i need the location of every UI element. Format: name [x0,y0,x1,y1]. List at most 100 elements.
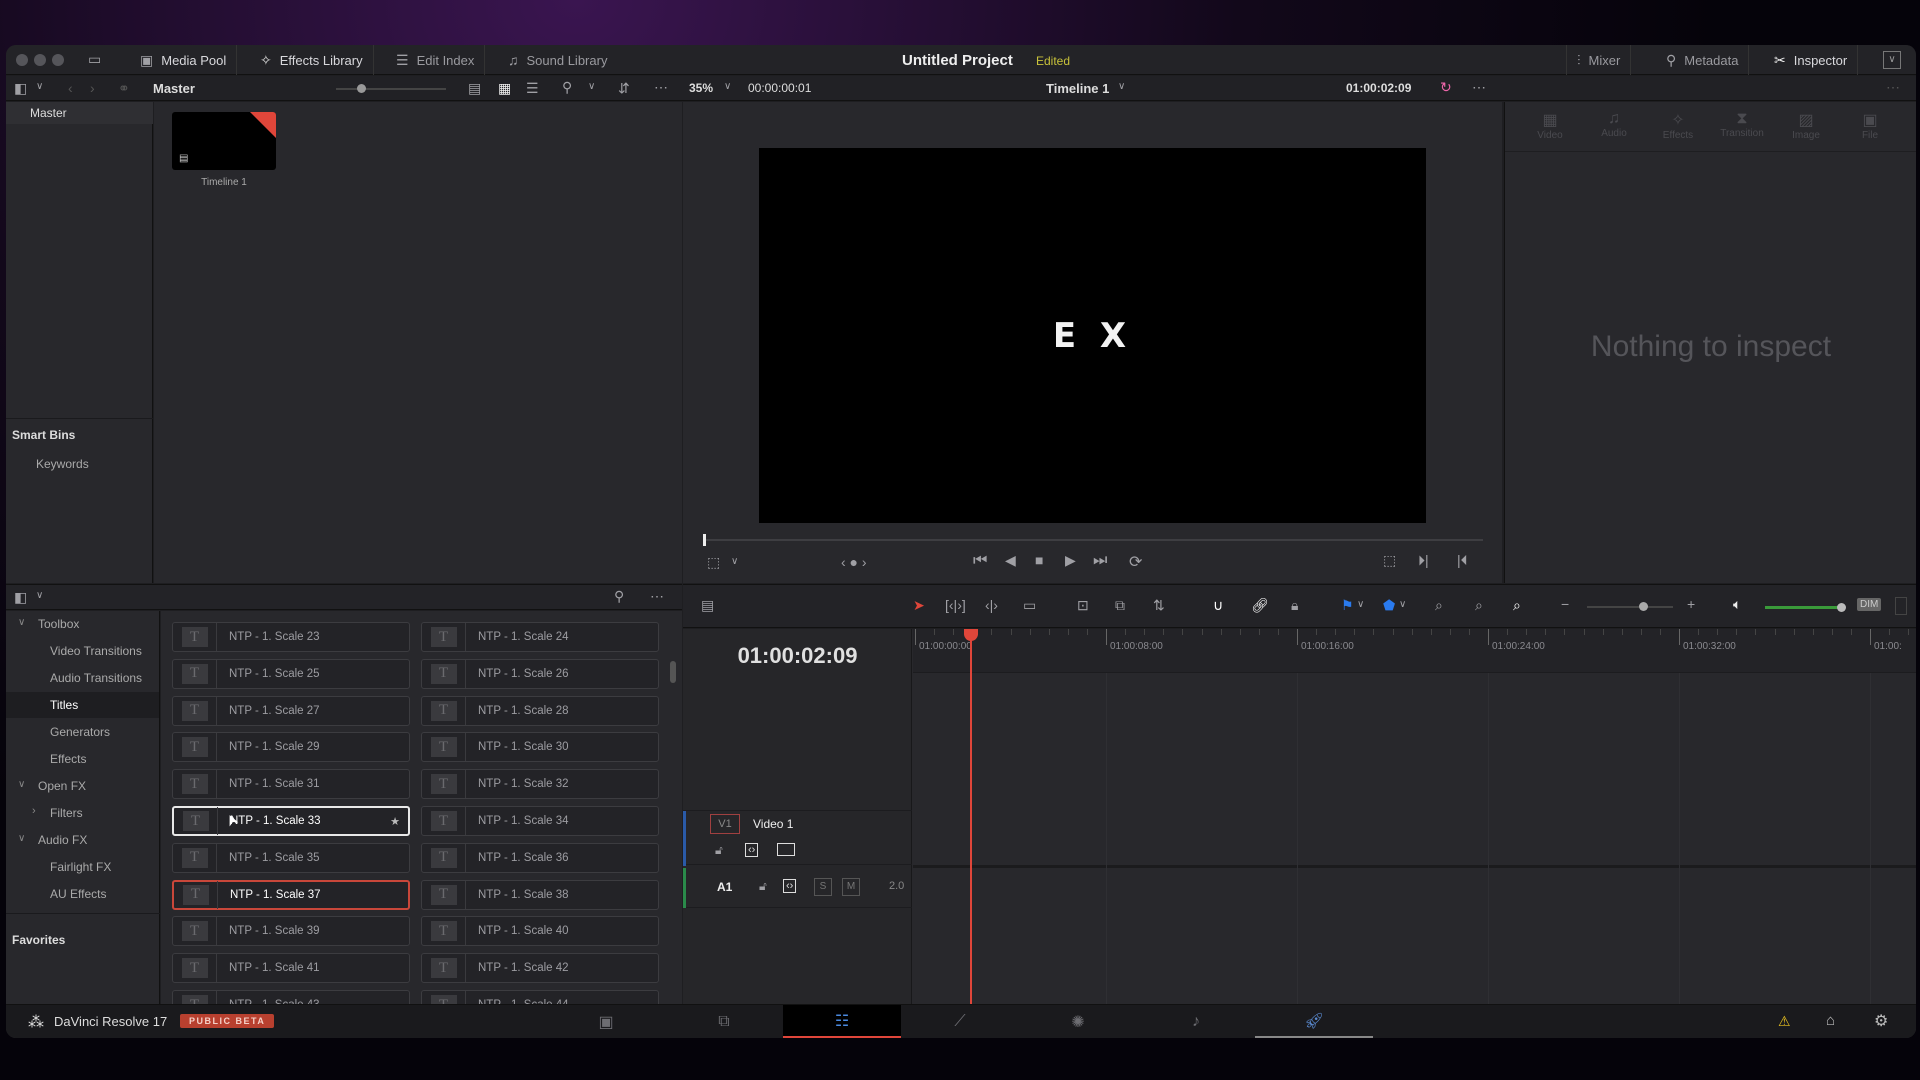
solo-button[interactable]: S [814,878,832,896]
effects-tree-item-effects[interactable]: Effects [6,746,159,772]
effects-tree-item-audio-fx[interactable]: ∨ Audio FX [6,827,159,853]
selection-tool-icon[interactable]: ➤ [913,597,925,614]
playhead[interactable] [964,629,978,1038]
page-media-button[interactable]: ▣ [547,1005,665,1038]
zoom-detail-icon[interactable]: ⌕ [1475,597,1483,614]
inspector-tab-file[interactable]: ▣ File [1847,110,1893,141]
play-reverse-icon[interactable]: ◀ [1005,552,1016,569]
home-icon[interactable]: ⌂ [1826,1012,1835,1029]
stop-icon[interactable]: ■ [1035,552,1043,568]
timeline-zoom-slider[interactable] [1587,602,1673,611]
title-effect-item[interactable]: T NTP - 1. Scale 25 [172,658,410,689]
title-effect-item[interactable]: T NTP - 1. Scale 32 [421,769,659,800]
timeline-ruler[interactable]: 01:00:00:00 01:00:08:00 01:00:16:00 01:00:2… [913,629,1916,673]
minimize-window-button[interactable] [34,54,46,66]
linked-selection-icon[interactable]: 🔗︎ [1251,597,1269,614]
mark-out-icon[interactable]: |⏴ [1457,552,1468,569]
auto-select-icon[interactable]: ‹› [745,843,759,857]
zoom-custom-icon[interactable]: ⌕ [1513,597,1521,614]
more-options-icon[interactable]: ⋯ [1472,79,1486,96]
list-view-icon[interactable]: ☰ [526,80,539,97]
marker-icon[interactable]: ⬟ [1383,597,1395,614]
zoom-slider-handle[interactable] [1638,602,1648,611]
video-track-name[interactable]: Video 1 [753,817,793,831]
warning-icon[interactable]: ⚠ [1778,1013,1791,1030]
panel-toggle-icon[interactable]: ◧ [14,589,27,606]
close-window-button[interactable] [16,54,28,66]
film-strip-icon[interactable] [777,843,795,856]
blade-tool-icon[interactable]: ▭ [1023,597,1036,614]
viewer-scrubber[interactable] [703,534,1483,546]
title-effect-item[interactable]: T NTP - 1. Scale 30 [421,732,659,763]
zoom-out-icon[interactable]: − [1561,596,1569,612]
chevron-down-icon[interactable]: ∨ [588,81,595,92]
media-pool-button[interactable]: ▣ Media Pool [130,45,238,75]
title-effect-item[interactable]: T NTP - 1. Scale 27 [172,695,410,726]
lock-icon[interactable]: 🔓︎ [715,843,723,858]
timeline-clip-thumbnail[interactable]: ▤ [172,112,276,170]
chevron-down-icon[interactable]: ∨ [724,81,731,92]
overwrite-clip-icon[interactable]: ⧉ [1115,597,1125,614]
speaker-icon[interactable]: 🔈︎ [1733,596,1741,613]
volume-handle[interactable] [1837,603,1846,612]
meter-toggle[interactable] [1895,597,1907,615]
bin-master[interactable]: Master [6,102,153,124]
forward-icon[interactable]: › [90,80,95,96]
effects-tree-item-toolbox[interactable]: ∨ Toolbox [6,611,159,637]
more-options-icon[interactable]: ⋯ [654,79,668,96]
go-to-start-icon[interactable]: ⏮ [973,552,987,570]
dynamic-trim-icon[interactable]: ‹|› [985,597,998,613]
effects-scrollbar[interactable] [670,661,676,683]
metadata-view-icon[interactable]: ▤ [468,80,481,97]
effects-tree-item-au-effects[interactable]: AU Effects [6,881,159,907]
play-icon[interactable]: ▶ [1065,552,1076,569]
inspector-tab-video[interactable]: ▦ Video [1527,110,1573,141]
chevron-down-icon[interactable]: ∨ [731,556,738,567]
chevron-down-icon[interactable]: ∨ [1118,81,1125,92]
metadata-button[interactable]: ⚲ Metadata [1656,45,1750,75]
settings-gear-icon[interactable]: ⚙ [1874,1011,1888,1031]
zoom-full-icon[interactable]: ⌕ [1435,597,1443,614]
timeline-selector[interactable]: Timeline 1 [1046,81,1109,96]
title-effect-item[interactable]: T NTP - 1. Scale 42 [421,953,659,984]
effects-tree-item-video-transitions[interactable]: Video Transitions [6,638,159,664]
zoom-in-icon[interactable]: + [1687,596,1695,612]
search-icon[interactable]: ⚲ [562,79,572,96]
transform-icon[interactable]: ⬚ [707,554,720,571]
replace-clip-icon[interactable]: ⇅ [1153,597,1165,614]
flag-icon[interactable]: ⚑ [1341,597,1354,614]
effects-tree-item-titles[interactable]: Titles [6,692,159,718]
auto-select-icon[interactable]: ‹› [783,879,797,893]
effects-tree-item-filters[interactable]: › Filters [6,800,159,826]
timeline-view-options-icon[interactable]: ▤ [701,597,714,614]
title-effect-item[interactable]: T NTP - 1. Scale 38 [421,879,659,910]
title-effect-item[interactable]: T NTP - 1. Scale 34 [421,806,659,836]
title-effect-item[interactable]: T NTP - 1. Scale 28 [421,695,659,726]
panel-toggle-icon[interactable]: ◧ [14,80,27,97]
title-effect-item[interactable]: T NTP - 1. Scale 31 [172,769,410,800]
effects-library-button[interactable]: ✧ Effects Library [250,45,374,75]
page-cut-button[interactable]: ⧉ [665,1005,783,1038]
effects-tree-item-fairlight-fx[interactable]: Fairlight FX [6,854,159,880]
v1-track-id[interactable]: V1 [710,814,740,834]
insert-clip-icon[interactable]: ⊡ [1077,597,1089,614]
loop-icon[interactable]: ⟳ [1129,552,1142,572]
title-effect-item[interactable]: T NTP - 1. Scale 40 [421,916,659,947]
page-fusion-button[interactable]: ⟋ [901,1005,1019,1038]
video-track-header-v1[interactable]: V1 Video 1 🔓︎ ‹› [683,810,912,866]
title-effect-item[interactable]: T NTP - 1. Scale 26 [421,658,659,689]
inspector-tab-audio[interactable]: ♫ Audio [1591,110,1637,139]
title-effect-item[interactable]: T NTP - 1. Scale 36 [421,842,659,873]
title-effect-item[interactable]: T NTP - 1. Scale 37 [172,879,410,910]
match-frame-icon[interactable]: ⬚ [1383,552,1396,569]
title-effect-item[interactable]: T NTP - 1. Scale 29 [172,732,410,763]
link-icon[interactable]: ⚭ [118,80,130,97]
title-effect-item[interactable]: T NTP - 1. Scale 41 [172,953,410,984]
back-icon[interactable]: ‹ [68,80,73,96]
position-lock-icon[interactable]: 🔒︎ [1291,597,1298,614]
page-fairlight-button[interactable]: ♪ [1137,1005,1255,1038]
title-effect-item[interactable]: T NTP - 1. Scale 23 [172,622,410,652]
slider-handle[interactable] [357,84,366,93]
more-options-icon[interactable]: ⋯ [650,588,664,605]
title-effect-item[interactable]: T NTP - 1. Scale 35 [172,842,410,873]
